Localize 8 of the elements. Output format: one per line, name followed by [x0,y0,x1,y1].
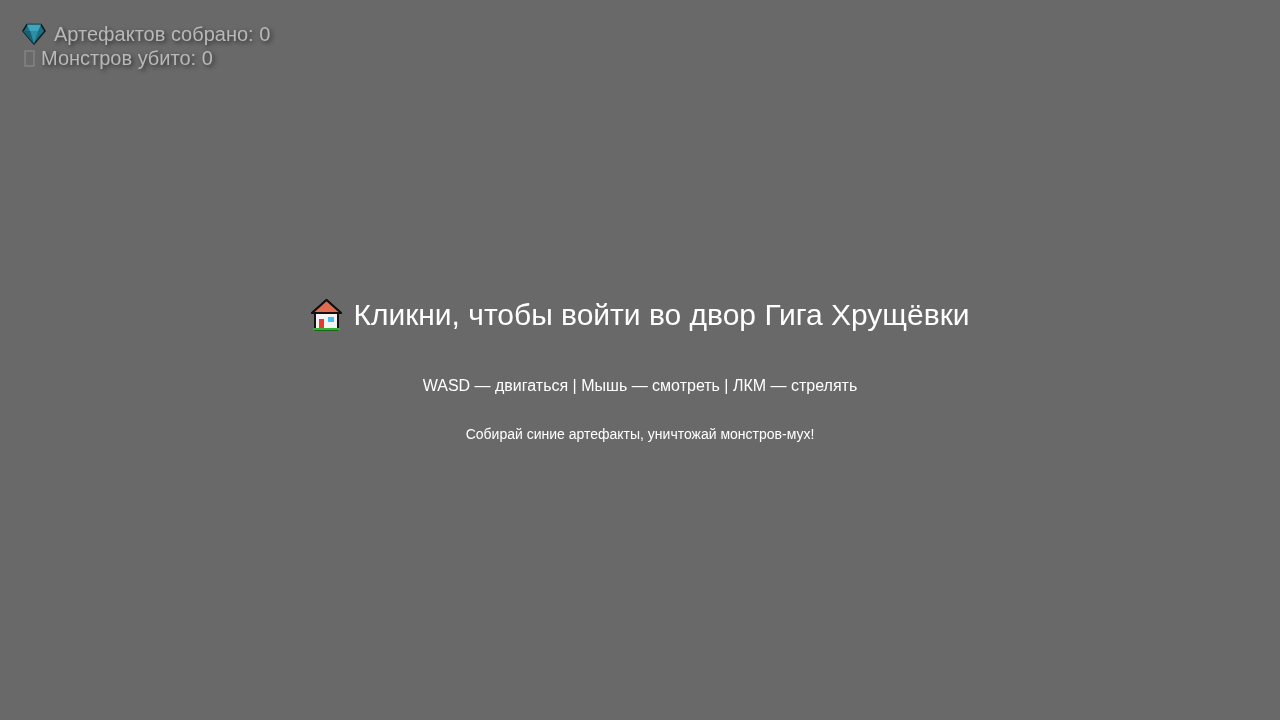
goal-hint: Собирай синие артефакты, уничтожай монстров-мух! [465,425,815,443]
house-icon [310,298,344,332]
stat-label: Монстров убито: 0 [41,46,213,70]
start-title[interactable]: Кликни, чтобы войти во двор Гига Хрущёвки [353,297,970,333]
missing-glyph-icon [24,49,35,67]
stat-label: Артефактов собрано: 0 [54,22,271,46]
gem-icon [22,23,46,45]
controls-help: WASD — двигаться | Мышь — смотреть | ЛКМ — стрелять [422,376,858,396]
